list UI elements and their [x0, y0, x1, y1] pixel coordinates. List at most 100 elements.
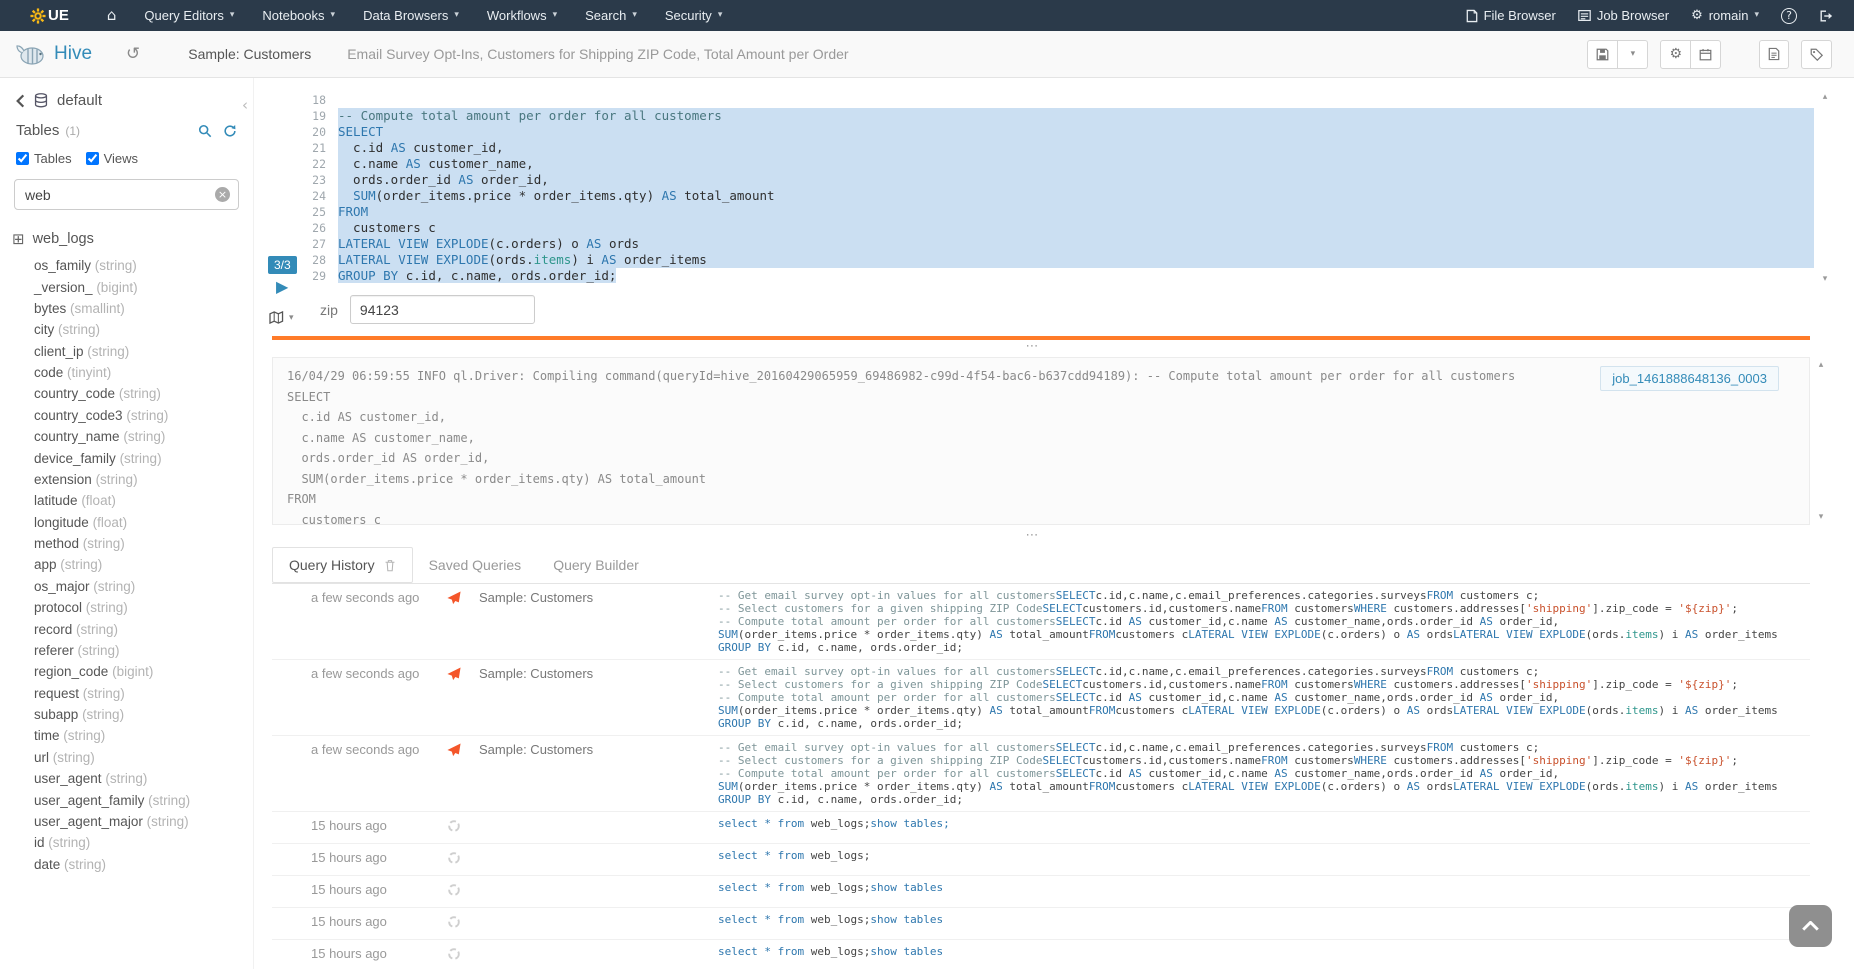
- table-column-item[interactable]: city (string): [0, 319, 253, 340]
- editor-line[interactable]: 19-- Compute total amount per order for …: [300, 108, 1814, 124]
- logout-button[interactable]: [1808, 9, 1844, 23]
- editor-line[interactable]: 21 c.id AS customer_id,: [300, 140, 1814, 156]
- history-row[interactable]: 15 hours agoselect * from web_logs;show …: [272, 876, 1810, 908]
- history-row[interactable]: a few seconds agoSample: Customers-- Get…: [272, 660, 1810, 736]
- table-column-item[interactable]: record (string): [0, 618, 253, 639]
- functions-panel-button[interactable]: ▾: [269, 311, 294, 324]
- table-column-item[interactable]: protocol (string): [0, 597, 253, 618]
- table-column-item[interactable]: extension (string): [0, 469, 253, 490]
- editor-scrollbar[interactable]: ▴ ▾: [1818, 92, 1832, 284]
- table-column-item[interactable]: client_ip (string): [0, 341, 253, 362]
- table-column-item[interactable]: user_agent (string): [0, 768, 253, 789]
- table-column-item[interactable]: time (string): [0, 725, 253, 746]
- search-icon[interactable]: [198, 124, 212, 138]
- editor-line[interactable]: 22 c.name AS customer_name,: [300, 156, 1814, 172]
- editor-line[interactable]: 18: [300, 92, 1814, 108]
- query-history-icon[interactable]: ↺: [126, 44, 140, 64]
- tables-checkbox-label[interactable]: Tables: [34, 151, 72, 166]
- hive-app-button[interactable]: Hive: [16, 42, 92, 66]
- variable-input[interactable]: [350, 295, 535, 324]
- table-column-item[interactable]: country_code3 (string): [0, 405, 253, 426]
- editor-line[interactable]: 23 ords.order_id AS order_id,: [300, 172, 1814, 188]
- help-button[interactable]: ?: [1770, 8, 1808, 24]
- database-name[interactable]: default: [57, 92, 102, 109]
- tab-saved-queries[interactable]: Saved Queries: [413, 548, 538, 582]
- table-column-item[interactable]: request (string): [0, 683, 253, 704]
- schedule-button[interactable]: [1691, 40, 1721, 69]
- clear-search-icon[interactable]: ×: [215, 187, 230, 202]
- editor-line[interactable]: 28LATERAL VIEW EXPLODE(ords.items) i AS …: [300, 252, 1814, 268]
- scroll-up-arrow[interactable]: ▴: [1818, 92, 1832, 102]
- refresh-icon[interactable]: [223, 124, 237, 138]
- table-search-input[interactable]: [14, 179, 239, 210]
- hue-logo[interactable]: UE: [30, 7, 69, 24]
- table-column-item[interactable]: os_major (string): [0, 576, 253, 597]
- table-column-item[interactable]: bytes (smallint): [0, 298, 253, 319]
- home-button[interactable]: ⌂: [93, 0, 131, 31]
- editor-line[interactable]: 20SELECT: [300, 124, 1814, 140]
- table-column-item[interactable]: region_code (bigint): [0, 661, 253, 682]
- history-row[interactable]: 15 hours agoselect * from web_logs;show …: [272, 908, 1810, 940]
- views-checkbox-label[interactable]: Views: [104, 151, 138, 166]
- table-column-item[interactable]: code (tinyint): [0, 362, 253, 383]
- back-button[interactable]: [16, 94, 25, 108]
- nav-menu-search[interactable]: Search▾: [571, 0, 651, 31]
- table-column-item[interactable]: method (string): [0, 533, 253, 554]
- nav-menu-notebooks[interactable]: Notebooks▾: [248, 0, 349, 31]
- editor-line[interactable]: 25FROM: [300, 204, 1814, 220]
- nav-menu-security[interactable]: Security▾: [651, 0, 737, 31]
- table-column-item[interactable]: _version_ (bigint): [0, 276, 253, 297]
- table-item-web-logs[interactable]: ⊞ web_logs: [0, 218, 253, 250]
- tab-query-builder[interactable]: Query Builder: [537, 548, 655, 582]
- scroll-to-top-button[interactable]: [1789, 905, 1832, 947]
- settings-button[interactable]: ⚙: [1660, 40, 1691, 69]
- execute-button[interactable]: ▶: [276, 277, 288, 296]
- history-row[interactable]: 15 hours agoselect * from web_logs;: [272, 844, 1810, 876]
- table-column-item[interactable]: date (string): [0, 854, 253, 875]
- table-column-item[interactable]: latitude (float): [0, 490, 253, 511]
- table-column-item[interactable]: id (string): [0, 832, 253, 853]
- save-button[interactable]: [1587, 40, 1618, 69]
- views-checkbox[interactable]: [86, 152, 99, 165]
- tab-query-history[interactable]: Query History: [272, 547, 413, 583]
- resize-grip[interactable]: ⋯: [254, 532, 1810, 543]
- editor-line[interactable]: 26 customers c: [300, 220, 1814, 236]
- scroll-down-arrow[interactable]: ▾: [1814, 512, 1828, 522]
- tables-checkbox[interactable]: [16, 152, 29, 165]
- resize-grip[interactable]: ⋯: [254, 343, 1810, 354]
- history-row[interactable]: a few seconds agoSample: Customers-- Get…: [272, 736, 1810, 812]
- code-editor[interactable]: 1819-- Compute total amount per order fo…: [300, 92, 1814, 284]
- document-button[interactable]: [1759, 40, 1789, 69]
- scroll-up-arrow[interactable]: ▴: [1814, 360, 1828, 370]
- table-column-item[interactable]: referer (string): [0, 640, 253, 661]
- file-browser-button[interactable]: File Browser: [1455, 0, 1567, 31]
- editor-line[interactable]: 24 SUM(order_items.price * order_items.q…: [300, 188, 1814, 204]
- nav-menu-workflows[interactable]: Workflows▾: [473, 0, 571, 31]
- table-column-item[interactable]: country_name (string): [0, 426, 253, 447]
- table-column-item[interactable]: device_family (string): [0, 447, 253, 468]
- collapse-handle[interactable]: ‹: [242, 96, 248, 114]
- job-link[interactable]: job_1461888648136_0003: [1600, 366, 1779, 391]
- history-row[interactable]: 15 hours agoselect * from web_logs;show …: [272, 940, 1810, 969]
- clear-history-icon[interactable]: [384, 559, 396, 572]
- nav-menu-data-browsers[interactable]: Data Browsers▾: [349, 0, 473, 31]
- user-menu[interactable]: ⚙ romain ▾: [1680, 0, 1770, 31]
- editor-line[interactable]: 27LATERAL VIEW EXPLODE(c.orders) o AS or…: [300, 236, 1814, 252]
- job-browser-button[interactable]: Job Browser: [1567, 0, 1680, 31]
- editor-line[interactable]: 29GROUP BY c.id, c.name, ords.order_id;: [300, 268, 1814, 284]
- table-column-item[interactable]: subapp (string): [0, 704, 253, 725]
- table-column-item[interactable]: url (string): [0, 747, 253, 768]
- history-row[interactable]: a few seconds agoSample: Customers-- Get…: [272, 584, 1810, 660]
- table-column-item[interactable]: country_code (string): [0, 383, 253, 404]
- nav-menu-query-editors[interactable]: Query Editors▾: [130, 0, 248, 31]
- history-row[interactable]: 15 hours agoselect * from web_logs;show …: [272, 812, 1810, 844]
- table-column-item[interactable]: longitude (float): [0, 512, 253, 533]
- table-column-item[interactable]: app (string): [0, 554, 253, 575]
- table-column-item[interactable]: os_family (string): [0, 255, 253, 276]
- log-scrollbar[interactable]: ▴ ▾: [1814, 360, 1828, 522]
- save-caret-button[interactable]: ▾: [1618, 40, 1648, 69]
- scroll-down-arrow[interactable]: ▾: [1818, 274, 1832, 284]
- table-column-item[interactable]: user_agent_major (string): [0, 811, 253, 832]
- table-column-item[interactable]: user_agent_family (string): [0, 789, 253, 810]
- tags-button[interactable]: [1801, 40, 1832, 69]
